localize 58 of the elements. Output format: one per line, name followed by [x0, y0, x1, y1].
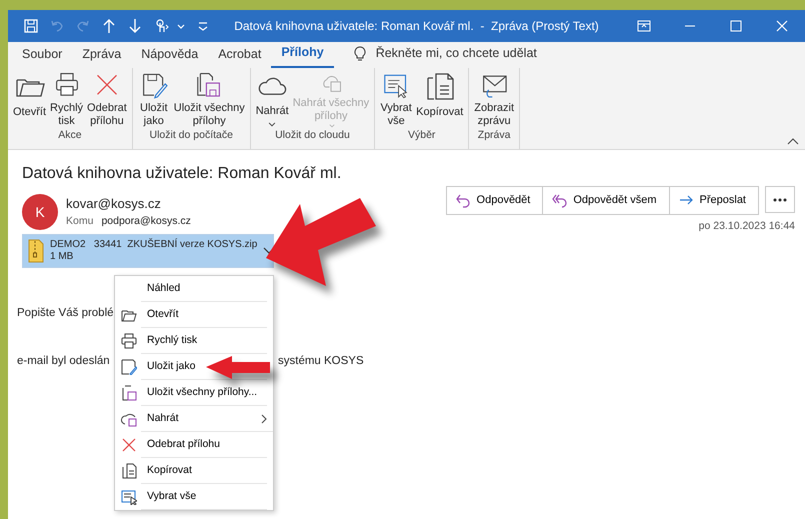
menu-item[interactable]: Vybrat vše [115, 484, 273, 510]
delete-x-icon [121, 437, 137, 453]
message-subject: Datová knihovna uživatele: Roman Kovář ml. [22, 164, 342, 184]
menu-item[interactable]: Kopírovat [115, 458, 273, 484]
collapse-ribbon-icon[interactable] [787, 137, 799, 145]
ribbon-button[interactable]: Zobrazit zprávu [472, 68, 516, 128]
ribbon-button[interactable]: Vybrat vše [378, 68, 414, 128]
ribbon-tab[interactable]: Soubor [12, 42, 72, 68]
menu-item[interactable]: Otevřít [115, 302, 273, 328]
menu-item[interactable]: Nahrát [115, 406, 273, 432]
message-action-button[interactable]: Odpovědět [446, 186, 544, 214]
ribbon-button[interactable]: Rychlý tisk [48, 68, 86, 128]
body-text: e-mail byl odeslán [17, 355, 110, 368]
ribbon-button[interactable]: Otevřít [11, 68, 48, 128]
save-icon[interactable] [22, 17, 40, 35]
message-action-button[interactable]: Odpovědět všem [542, 186, 670, 214]
ribbon-button[interactable]: Uložit jako [136, 68, 172, 128]
ribbon-tab[interactable]: Nápověda [131, 42, 208, 68]
recipient-address: podpora@kosys.cz [101, 214, 191, 229]
to-label: Komu [66, 214, 94, 229]
attachment-size: 1 MB [50, 251, 74, 264]
avatar: K [22, 194, 58, 230]
attachment-name: DEMO2 33441 ZKUŠEBNÍ verze KOSYS.zip [50, 238, 258, 251]
message-action-button[interactable]: Přeposlat [668, 186, 759, 214]
printer-icon [121, 333, 137, 349]
reply-arrow-icon [454, 192, 471, 208]
group-label: Zpráva [476, 128, 512, 143]
cloud-save-icon [121, 411, 137, 427]
tell-me-field[interactable]: Řekněte mi, co chcete udělat [374, 43, 574, 64]
ribbon-tab[interactable]: Zpráva [72, 42, 132, 68]
message-date: po 23.10.2023 16:44 [698, 218, 795, 234]
ribbon-button[interactable]: Kopírovat [414, 68, 466, 128]
ribbon-tab[interactable]: Acrobat [208, 42, 272, 68]
menu-item[interactable]: Odebrat přílohu [115, 432, 273, 458]
save-all-icon [121, 385, 137, 401]
ribbon-button[interactable]: Nahrát [254, 68, 291, 128]
group-label: Výběr [407, 128, 436, 143]
reply-all-arrow-icon [551, 192, 568, 208]
sender-address: kovar@kosys.cz [66, 195, 162, 214]
window-title: Datová knihovna uživatele: Roman Kovář ml. - Zpráva (Prostý Text) [233, 18, 600, 35]
group-label: Uložit do cloudu [274, 128, 351, 143]
attachment-item[interactable]: DEMO2 33441 ZKUŠEBNÍ verze KOSYS.zip 1 MB [22, 234, 274, 268]
ribbon-button[interactable]: Uložit všechny přílohy [172, 68, 247, 128]
lightbulb-icon [352, 45, 368, 63]
body-text: systému KOSYS [278, 354, 364, 370]
ribbon-button[interactable]: Odebrat přílohu [85, 68, 129, 128]
select-text-icon [121, 489, 137, 505]
menu-item[interactable]: Rychlý tisk [115, 328, 273, 354]
group-label: Akce [57, 128, 83, 143]
zip-file-icon [28, 239, 44, 263]
more-options-icon[interactable] [772, 196, 788, 202]
group-label: Uložit do počítače [148, 128, 234, 143]
menu-item[interactable]: Náhled [115, 276, 273, 302]
copy-icon [121, 463, 137, 479]
menu-item[interactable]: Uložit všechny přílohy... [115, 380, 273, 406]
save-edit-icon [121, 359, 137, 375]
body-text: Popište Váš problé [17, 307, 114, 320]
arrow-callout [206, 356, 270, 379]
